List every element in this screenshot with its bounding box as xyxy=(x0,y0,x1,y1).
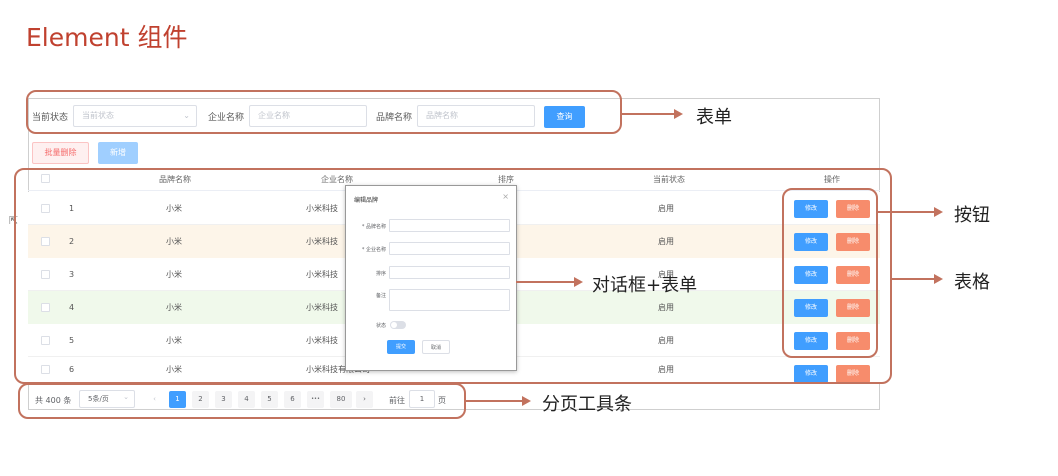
form-highlight xyxy=(26,90,622,134)
form-arrow xyxy=(622,113,674,115)
table-arrow xyxy=(892,278,934,280)
pagination-arrow xyxy=(466,400,522,402)
pagination-highlight xyxy=(18,383,466,419)
dialog-annotation: 对话框+表单 xyxy=(592,275,698,296)
buttons-highlight xyxy=(782,188,878,358)
add-button[interactable]: 新增 xyxy=(98,142,138,164)
arrow-head-icon xyxy=(522,396,531,406)
table-highlight xyxy=(14,168,892,384)
arrow-head-icon xyxy=(934,274,943,284)
arrow-head-icon xyxy=(674,109,683,119)
arrow-head-icon xyxy=(574,277,583,287)
table-annotation: 表格 xyxy=(954,272,990,293)
buttons-arrow xyxy=(878,211,934,213)
dialog-arrow xyxy=(516,281,574,283)
form-annotation: 表单 xyxy=(696,107,732,128)
arrow-head-icon xyxy=(934,207,943,217)
page-title: Element 组件 xyxy=(26,23,188,52)
pagination-annotation: 分页工具条 xyxy=(542,394,632,415)
buttons-annotation: 按钮 xyxy=(954,205,990,226)
batch-delete-button[interactable]: 批量删除 xyxy=(32,142,89,164)
